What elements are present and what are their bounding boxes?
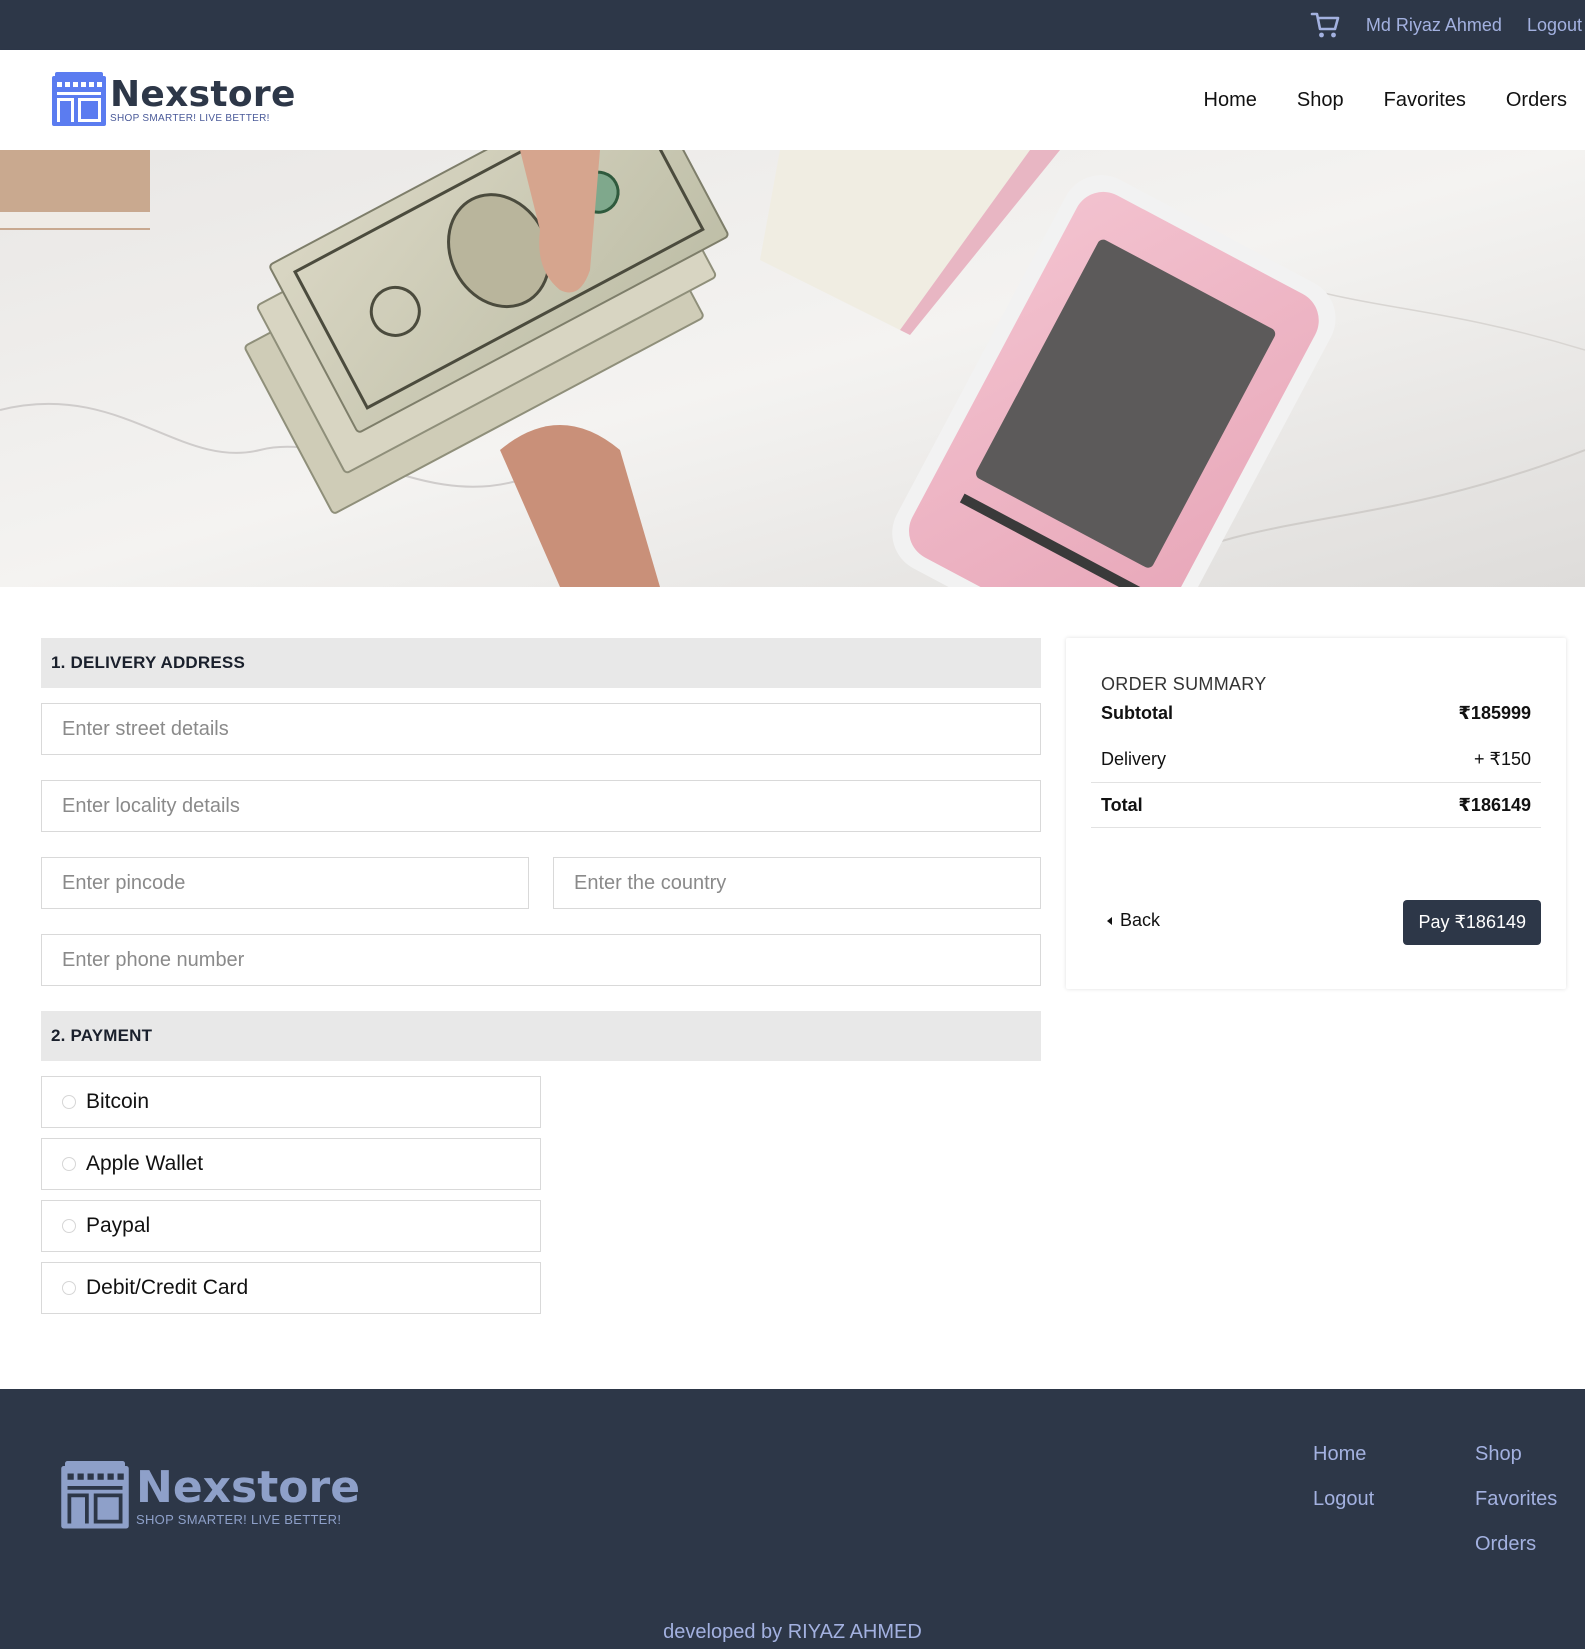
locality-input[interactable] bbox=[41, 780, 1041, 832]
payment-option-apple-wallet[interactable]: Apple Wallet bbox=[41, 1138, 541, 1190]
nav-shop[interactable]: Shop bbox=[1297, 89, 1344, 112]
footer-link-home[interactable]: Home bbox=[1313, 1443, 1366, 1466]
pay-button[interactable]: Pay ₹186149 bbox=[1403, 900, 1541, 945]
nav-favorites[interactable]: Favorites bbox=[1384, 89, 1466, 112]
pincode-input[interactable] bbox=[41, 857, 529, 909]
footer: Nexstore SHOP SMARTER! LIVE BETTER! Home… bbox=[0, 1389, 1585, 1649]
street-input[interactable] bbox=[41, 703, 1041, 755]
total-row: Total ₹186149 bbox=[1091, 782, 1541, 828]
payment-option-label: Bitcoin bbox=[86, 1090, 150, 1113]
delivery-row: Delivery + ₹150 bbox=[1091, 736, 1541, 782]
payment-heading: 2. PAYMENT bbox=[41, 1011, 1041, 1061]
radio-button[interactable] bbox=[62, 1095, 76, 1109]
payment-option-label: Apple Wallet bbox=[86, 1152, 204, 1175]
footer-brand-name: Nexstore bbox=[136, 1461, 361, 1513]
subtotal-row: Subtotal ₹185999 bbox=[1091, 690, 1541, 736]
brand-name: Nexstore bbox=[110, 73, 296, 115]
storefront-icon bbox=[61, 1461, 129, 1529]
hero-banner-image bbox=[0, 150, 1585, 587]
nav-links: Home Shop Favorites Orders bbox=[1204, 89, 1567, 112]
payment-option-card[interactable]: Debit/Credit Card bbox=[41, 1262, 541, 1314]
delivery-address-heading: 1. DELIVERY ADDRESS bbox=[41, 638, 1041, 688]
logout-link[interactable]: Logout bbox=[1527, 15, 1582, 36]
caret-left-icon bbox=[1107, 916, 1112, 925]
radio-button[interactable] bbox=[62, 1281, 76, 1295]
nav-orders[interactable]: Orders bbox=[1506, 89, 1567, 112]
hero-illustration bbox=[0, 150, 1585, 587]
payment-option-bitcoin[interactable]: Bitcoin bbox=[41, 1076, 541, 1128]
back-button[interactable]: Back bbox=[1106, 910, 1160, 931]
delivery-label: Delivery bbox=[1101, 748, 1167, 769]
delivery-value: + ₹150 bbox=[1474, 748, 1531, 769]
payment-option-paypal[interactable]: Paypal bbox=[41, 1200, 541, 1252]
radio-button[interactable] bbox=[62, 1157, 76, 1171]
nav-home[interactable]: Home bbox=[1204, 89, 1257, 112]
footer-link-favorites[interactable]: Favorites bbox=[1475, 1488, 1557, 1511]
footer-link-orders[interactable]: Orders bbox=[1475, 1533, 1536, 1556]
user-name-link[interactable]: Md Riyaz Ahmed bbox=[1366, 15, 1502, 36]
country-input[interactable] bbox=[553, 857, 1041, 909]
main-navbar: Nexstore SHOP SMARTER! LIVE BETTER! Home… bbox=[0, 50, 1585, 150]
footer-link-logout[interactable]: Logout bbox=[1313, 1488, 1374, 1511]
shopping-cart-icon[interactable] bbox=[1310, 10, 1340, 40]
payment-option-label: Debit/Credit Card bbox=[86, 1276, 249, 1299]
payment-option-label: Paypal bbox=[86, 1214, 151, 1237]
brand-tagline: SHOP SMARTER! LIVE BETTER! bbox=[110, 112, 270, 124]
storefront-icon bbox=[52, 72, 106, 126]
nexstore-logo[interactable]: Nexstore SHOP SMARTER! LIVE BETTER! bbox=[50, 72, 296, 128]
footer-brand-tagline: SHOP SMARTER! LIVE BETTER! bbox=[136, 1511, 342, 1527]
total-label: Total bbox=[1101, 794, 1143, 815]
phone-input[interactable] bbox=[41, 934, 1041, 986]
subtotal-value: ₹185999 bbox=[1458, 702, 1531, 723]
footer-logo[interactable]: Nexstore SHOP SMARTER! LIVE BETTER! bbox=[58, 1461, 360, 1531]
developer-credit: developed by RIYAZ AHMED bbox=[663, 1621, 922, 1643]
radio-button[interactable] bbox=[62, 1219, 76, 1233]
subtotal-label: Subtotal bbox=[1101, 702, 1173, 723]
order-summary-card: ORDER SUMMARY Subtotal ₹185999 Delivery … bbox=[1066, 638, 1566, 989]
back-label: Back bbox=[1120, 910, 1161, 930]
footer-link-shop[interactable]: Shop bbox=[1475, 1443, 1522, 1466]
top-bar: Md Riyaz Ahmed Logout bbox=[0, 0, 1585, 50]
total-value: ₹186149 bbox=[1458, 794, 1531, 815]
